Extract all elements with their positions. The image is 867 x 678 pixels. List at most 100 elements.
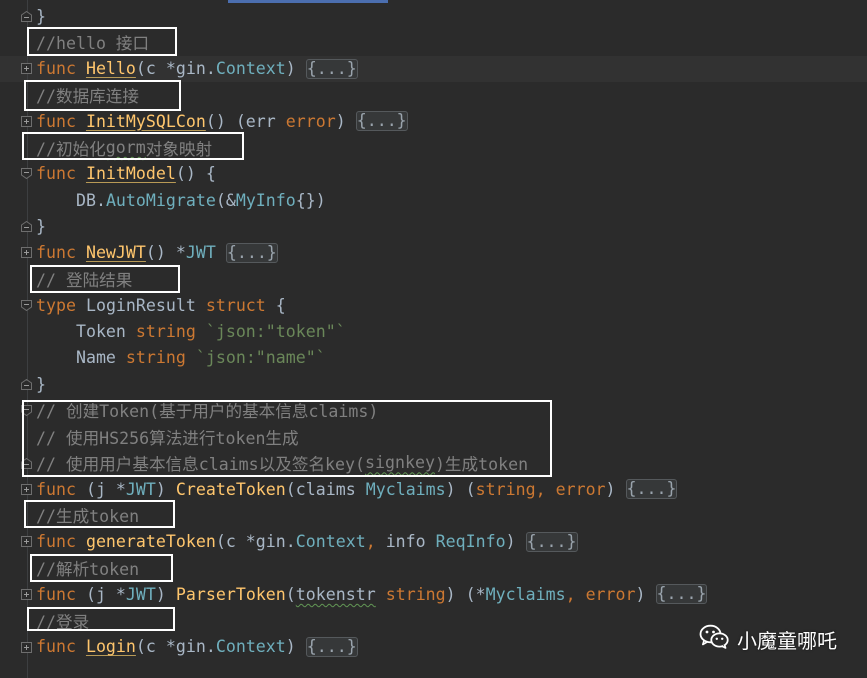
folded-code-placeholder[interactable]: {...} <box>225 242 278 263</box>
code-keyword: struct <box>205 295 266 315</box>
code-line[interactable]: func (j * JWT ) CreateToken (claims Mycl… <box>36 476 707 502</box>
code-text: Token <box>36 322 136 342</box>
code-keyword: func <box>36 59 86 79</box>
code-text: (j * <box>75 584 126 604</box>
code-punctuation: , <box>565 584 586 604</box>
function-name: NewJWT <box>85 243 146 263</box>
fold-expand-icon[interactable] <box>21 483 32 495</box>
code-line[interactable]: func Login (c *gin. Context ) {...} <box>36 634 707 660</box>
fold-collapse-icon[interactable] <box>21 168 32 180</box>
type-name: JWT <box>185 243 226 263</box>
fold-end-icon[interactable] <box>21 378 32 390</box>
fold-expand-icon[interactable] <box>21 115 32 127</box>
code-text: ) <box>285 637 306 657</box>
code-line[interactable]: func InitModel () { <box>36 161 707 187</box>
code-text: ) ( <box>445 479 476 499</box>
fold-collapse-icon[interactable] <box>21 299 32 311</box>
code-text: LoginResult <box>75 295 206 315</box>
function-name: Login <box>85 637 136 657</box>
folded-code-placeholder[interactable]: {...} <box>655 584 708 605</box>
code-text: () * <box>145 243 186 263</box>
folded-code-placeholder[interactable]: {...} <box>305 58 358 79</box>
code-keyword: type <box>36 295 76 315</box>
code-line[interactable]: func InitMySQLCon () (err error ) {...} <box>36 108 707 134</box>
code-line[interactable]: func NewJWT () * JWT {...} <box>36 240 707 266</box>
code-line[interactable]: func (j * JWT ) ParserToken ( tokenstr s… <box>36 581 708 607</box>
code-keyword: string <box>125 348 186 368</box>
code-text: } <box>36 6 46 26</box>
method-name: AutoMigrate <box>105 190 216 210</box>
code-line[interactable]: Name string `json:"name"` <box>36 345 707 371</box>
code-text: (claims <box>285 479 366 499</box>
code-punctuation: , <box>365 532 376 552</box>
code-keyword: func <box>36 479 76 499</box>
struct-tag-string: `json:"name"` <box>185 348 326 368</box>
code-keyword: func <box>36 532 86 552</box>
folded-code-placeholder[interactable]: {...} <box>305 636 358 657</box>
folded-code-placeholder[interactable]: {...} <box>625 479 678 500</box>
type-name: ReqInfo <box>435 532 506 552</box>
type-name: Context <box>215 59 286 79</box>
fold-end-icon[interactable] <box>21 220 32 232</box>
folded-code-placeholder[interactable]: {...} <box>525 531 578 552</box>
code-keyword: func <box>36 243 86 263</box>
function-name: ParserToken <box>175 584 286 604</box>
watermark: 小魔童哪吒 <box>699 622 837 656</box>
fold-expand-icon[interactable] <box>21 63 32 75</box>
code-text: Name <box>36 348 126 368</box>
code-text: (c *gin. <box>135 59 216 79</box>
code-text: ( <box>285 584 296 604</box>
annotation-box <box>22 132 244 160</box>
code-line[interactable]: type LoginResult struct { <box>36 292 707 318</box>
code-text: } <box>36 216 46 236</box>
code-text: ) <box>155 479 176 499</box>
code-text: (c *gin. <box>215 532 296 552</box>
code-text: (c *gin. <box>135 637 216 657</box>
fold-expand-icon[interactable] <box>21 536 32 548</box>
annotation-box <box>24 80 181 111</box>
code-line[interactable]: } <box>36 371 707 397</box>
code-text: ) <box>605 479 626 499</box>
type-name: Myclaims <box>485 584 566 604</box>
annotation-box <box>22 400 552 477</box>
code-text: {}) <box>295 190 326 210</box>
function-name: CreateToken <box>175 479 286 499</box>
code-text: () (err <box>205 111 286 131</box>
code-text: (& <box>215 190 236 210</box>
fold-expand-icon[interactable] <box>21 641 32 653</box>
code-text: { <box>265 295 286 315</box>
code-keyword: error <box>585 584 636 604</box>
code-line[interactable]: } <box>36 3 707 29</box>
code-text: info <box>375 532 436 552</box>
code-text: ) (* <box>445 584 486 604</box>
code-keyword: error <box>285 111 336 131</box>
struct-tag-string: `json:"token"` <box>195 322 346 342</box>
function-name: InitMySQLCon <box>85 111 206 131</box>
type-name: Context <box>295 532 366 552</box>
fold-expand-icon[interactable] <box>21 247 32 259</box>
code-text: } <box>36 374 46 394</box>
code-line[interactable]: } <box>36 213 707 239</box>
code-text: ) <box>155 584 176 604</box>
type-name: Context <box>215 637 286 657</box>
code-line[interactable]: func generateToken (c *gin. Context , in… <box>36 529 707 555</box>
annotation-box <box>24 500 175 528</box>
code-keyword: string <box>375 584 446 604</box>
code-text: DB. <box>36 190 106 210</box>
annotation-box <box>30 554 173 582</box>
type-name: JWT <box>125 479 156 499</box>
code-line[interactable]: Token string `json:"token"` <box>36 318 707 344</box>
function-name: InitModel <box>85 164 176 184</box>
code-editor[interactable]: } //hello 接口 func Hello (c *gin. Context… <box>0 0 867 678</box>
type-name: Myclaims <box>365 479 446 499</box>
code-text: ) <box>285 59 306 79</box>
annotation-box <box>27 607 175 631</box>
folded-code-placeholder[interactable]: {...} <box>355 111 408 132</box>
code-line[interactable]: func Hello (c *gin. Context ) {...} <box>36 56 707 82</box>
fold-expand-icon[interactable] <box>21 589 32 600</box>
code-keyword: error <box>555 479 606 499</box>
fold-end-icon[interactable] <box>21 10 32 22</box>
code-line[interactable]: DB. AutoMigrate (& MyInfo {}) <box>36 187 707 213</box>
code-keyword: string <box>135 322 196 342</box>
code-text: ) <box>635 584 656 604</box>
